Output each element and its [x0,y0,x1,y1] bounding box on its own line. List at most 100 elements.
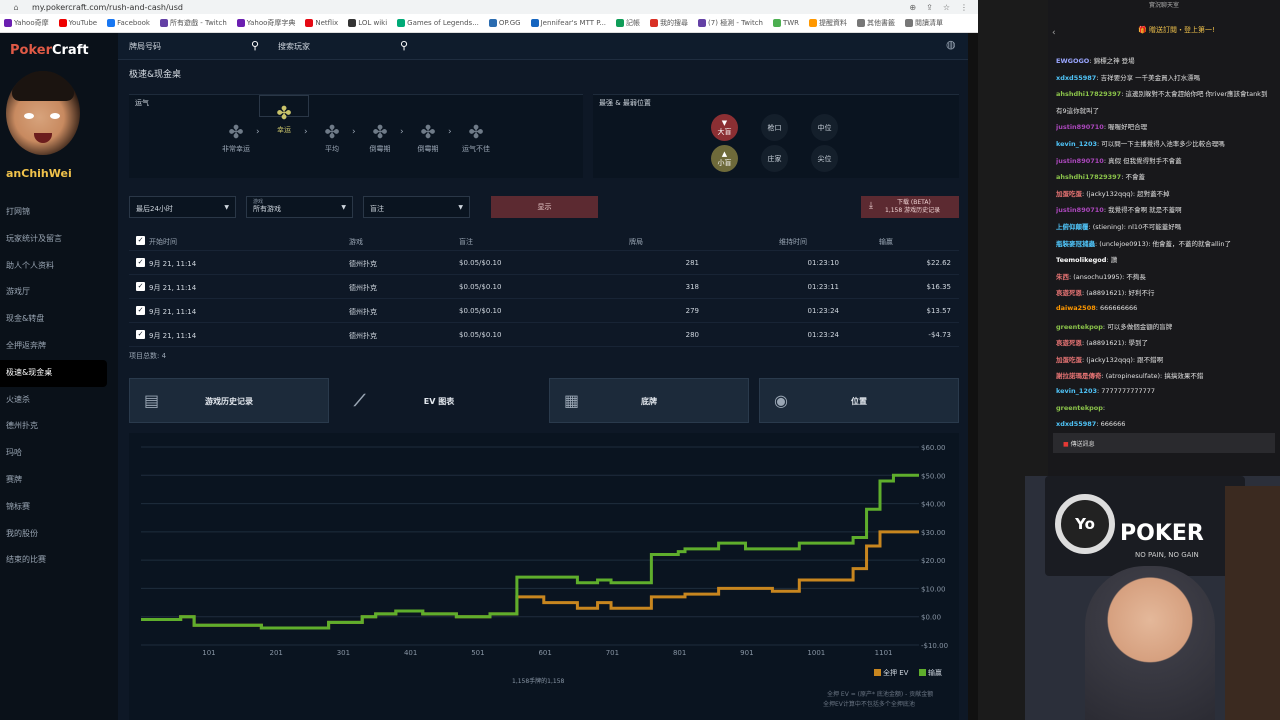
bookmark-item[interactable]: OP.GG [488,19,521,27]
bookmark-item[interactable]: LOL wiki [348,19,387,27]
sidebar-item[interactable]: 极速&现金桌 [0,359,107,387]
chat-username[interactable]: greentekpop [1056,323,1103,331]
bookmark-icon [809,19,818,27]
bookmark-item[interactable]: Yahoo奇摩字典 [236,18,295,28]
bookmark-item[interactable]: 所有遊戲 - Twitch [159,18,227,28]
chat-username[interactable]: EWGOGO [1056,57,1089,65]
period-select[interactable]: 最后24小时 ▼ [129,196,236,218]
sidebar-item[interactable]: 玛哈 [0,440,118,467]
column-header[interactable]: 牌局 [629,237,643,247]
table-row[interactable]: ✓ 9月 21, 11:14 德州扑克 $0.05/$0.10 318 01:23:11 $… [129,275,959,299]
chat-message: 哀遊死恩: (a8891621): 學到了 [1056,337,1278,347]
chat-username[interactable]: ahshdhi17829397 [1056,173,1121,181]
luck-step: ✤ 倒霉期 [403,122,453,154]
sidebar-item[interactable]: 玩家统计及留言 [0,226,118,253]
tab-2[interactable]: ▦ 底牌 [549,378,749,423]
bookmark-item[interactable]: 其他書籤 [857,18,895,28]
sidebar-item[interactable]: 现金&转盘 [0,306,118,333]
table-row[interactable]: ✓ 9月 21, 11:14 德州扑克 $0.05/$0.10 281 01:23:10 $… [129,251,959,275]
tab-1[interactable]: ⟋ EV 图表 [339,378,539,433]
chat-text: (jacky132qqq): 超對蓋不掉 [1086,189,1170,198]
chat-username[interactable]: kevin_1203 [1056,387,1097,395]
chat-username[interactable]: greentekpop [1056,404,1103,412]
search-icon[interactable]: ⚲ [251,39,259,52]
bookmark-icon [236,19,245,27]
chat-username[interactable]: 哀遊死恩 [1056,339,1082,347]
chat-username[interactable]: 上俯仰顛覆 [1056,223,1089,231]
sidebar-item[interactable]: 游戏厅 [0,279,118,306]
row-checkbox[interactable]: ✓ [136,258,145,267]
sidebar-item[interactable]: 我的股份 [0,521,118,548]
bookmark-label: TWR [782,19,800,27]
zoom-icon[interactable]: ⊕ [909,3,916,12]
bookmark-label: 記帳 [626,19,641,27]
column-header[interactable]: 盲注 [459,237,473,247]
bookmark-item[interactable]: Games of Legends... [397,19,479,27]
chat-username[interactable]: 瓶裝麥冠捕蟲 [1056,240,1095,248]
chat-username[interactable]: 加蛋吃蛋 [1056,356,1082,364]
chat-username[interactable]: 加蛋吃蛋 [1056,190,1082,198]
sidebar-item[interactable]: 火速杀 [0,387,118,414]
row-checkbox[interactable]: ✓ [136,306,145,315]
menu-icon[interactable]: ⋮ [960,3,968,12]
sidebar-item[interactable]: 结束的比赛 [0,547,118,574]
hand-number-input[interactable]: 牌局号码 [129,41,161,52]
chat-username[interactable]: kevin_1203 [1056,140,1097,148]
row-checkbox[interactable]: ✓ [136,330,145,339]
column-header[interactable]: 游戏 [349,237,363,247]
sidebar-item[interactable]: 赛牌 [0,467,118,494]
download-button[interactable]: ⤓ 下载 (BETA) 1,158 游戏历史记录 [861,196,959,218]
select-all-checkbox[interactable]: ✓ [136,236,145,245]
chat-username[interactable]: justin890710 [1056,206,1104,214]
bookmark-item[interactable]: Netflix [305,19,338,27]
sidebar-item[interactable]: 全押返奔牌 [0,333,118,360]
table-row[interactable]: ✓ 9月 21, 11:14 德州扑克 $0.05/$0.10 280 01:23:24 -… [129,323,959,347]
sidebar-item[interactable]: 锦标赛 [0,494,118,521]
globe-icon[interactable]: ◍ [946,38,956,51]
sidebar-item[interactable]: 助人个人资料 [0,253,118,280]
back-icon[interactable]: ‹ [1052,28,1056,38]
logo[interactable]: PokerCraft [10,43,89,58]
chat-username[interactable]: daiwa2508 [1056,304,1096,312]
column-header[interactable]: 开始时间 [149,237,177,247]
chat-username[interactable]: Teemolikegod [1056,256,1106,264]
bookmark-item[interactable]: Jennifear's MTT P... [530,19,606,27]
bookmark-item[interactable]: YouTube [58,19,97,27]
table-row[interactable]: ✓ 9月 21, 11:14 德州扑克 $0.05/$0.10 279 01:23:24 $… [129,299,959,323]
chat-username[interactable]: xdxd55987 [1056,420,1096,428]
bookmark-item[interactable]: (7) 極測 - Twitch [698,18,763,28]
bookmark-item[interactable]: Facebook [107,19,150,27]
chat-username[interactable]: 朱西 [1056,273,1069,281]
chat-input[interactable]: ■ 傳送訊息 [1053,433,1275,453]
bookmark-item[interactable]: 記帳 [616,18,640,28]
star-icon[interactable]: ☆ [943,3,950,12]
home-icon[interactable]: ⌂ [0,3,32,12]
bookmark-item[interactable]: 閱讀清單 [905,18,943,28]
chat-username[interactable]: 哀遊死恩 [1056,289,1082,297]
url-field[interactable]: my.pokercraft.com/rush-and-cash/usd [32,3,909,12]
show-button[interactable]: 显示 [491,196,598,218]
chat-username[interactable]: justin890710 [1056,157,1104,165]
bookmark-item[interactable]: Yahoo奇摩 [4,18,49,28]
bookmark-item[interactable]: 我的搜尋 [650,18,688,28]
column-header[interactable]: 维持时间 [779,237,807,247]
bookmark-item[interactable]: TWR [772,19,800,27]
chat-username[interactable]: justin890710 [1056,123,1104,131]
row-checkbox[interactable]: ✓ [136,282,145,291]
search-player-input[interactable]: 搜索玩家 [278,41,310,52]
search-icon[interactable]: ⚲ [400,39,408,52]
column-header[interactable]: 输赢 [879,237,893,247]
chat-username[interactable]: xdxd55987 [1056,74,1096,82]
tab-0[interactable]: ▤ 游戏历史记录 [129,378,329,423]
share-icon[interactable]: ⇪ [926,3,933,12]
sidebar-item[interactable]: 打网锦 [0,199,118,226]
bookmark-item[interactable]: 提醒資料 [809,18,847,28]
stakes-select[interactable]: 盲注 ▼ [363,196,470,218]
clover-icon: ✤ [468,122,484,143]
tab-3[interactable]: ◉ 位置 [759,378,959,423]
sidebar-item[interactable]: 德州扑克 [0,413,118,440]
game-select[interactable]: 游戏 所有游戏 ▼ [246,196,353,218]
chat-username[interactable]: ahshdhi17829397 [1056,90,1121,98]
bookmark-label: Games of Legends... [407,19,479,27]
chat-username[interactable]: 謝拉諾瑪是傳奇 [1056,372,1102,380]
